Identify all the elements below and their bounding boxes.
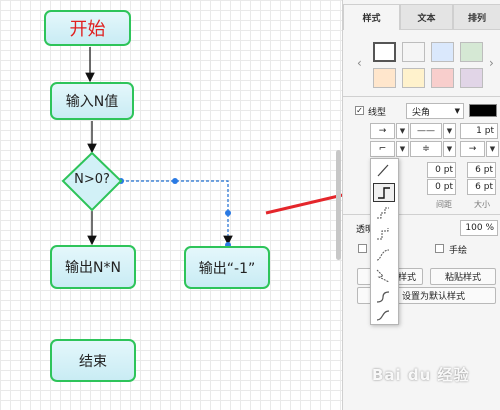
chevron-down-icon: ▼ <box>454 107 460 115</box>
line-style-value: 尖角 <box>412 107 431 118</box>
size-end-input[interactable]: 6 pt <box>467 179 496 195</box>
spacing-start-input[interactable]: 0 pt <box>427 162 456 178</box>
color-swatch[interactable] <box>431 42 454 62</box>
connection-icon: ≑ <box>422 144 430 154</box>
menu-item-freeform[interactable] <box>373 307 395 322</box>
divider <box>343 96 500 97</box>
chevron-down-icon[interactable]: ▼ <box>396 141 409 157</box>
line-color-picker[interactable] <box>469 104 497 117</box>
entity-connector-icon <box>376 269 390 283</box>
tab-arrange[interactable]: 排列 <box>453 4 500 30</box>
menu-item-curved[interactable] <box>373 246 395 265</box>
chevron-down-icon[interactable]: ▼ <box>443 123 456 139</box>
curved-connector-icon <box>376 249 390 261</box>
tab-style[interactable]: 样式 <box>343 4 400 30</box>
line-label: 线型 <box>368 108 387 118</box>
arrow-pattern-select[interactable]: → <box>370 123 395 139</box>
color-swatch[interactable] <box>460 68 483 88</box>
format-panel: 样式 文本 排列 ‹ › ✓ 线型 尖角 ▼ → ▼ —— ▼ 1 pt ⌐ ▼… <box>342 0 500 410</box>
menu-item-isometric[interactable] <box>373 225 395 244</box>
spacing-end-input[interactable]: 0 pt <box>427 179 456 195</box>
diagram-canvas[interactable]: 开始 输入N值 N>0? 输出N*N 输出“-1” 结束 <box>0 0 342 410</box>
divider <box>343 214 500 215</box>
color-swatch[interactable] <box>373 42 396 62</box>
simple-connector-icon <box>377 207 389 219</box>
color-swatch[interactable] <box>460 42 483 62</box>
size-label: 大小 <box>474 200 490 209</box>
line-style-select[interactable]: 尖角 ▼ <box>406 103 464 119</box>
opacity-input[interactable]: 100 % <box>460 220 498 236</box>
paste-style-button[interactable]: 粘贴样式 <box>430 268 496 285</box>
watermark-logo: Bai du 经验 <box>372 366 470 384</box>
arrow-end-icon: → <box>468 144 477 154</box>
menu-item-entity[interactable] <box>373 267 395 286</box>
canvas-scrollbar[interactable] <box>336 150 341 260</box>
sketch-checkbox[interactable] <box>435 244 444 253</box>
color-swatch[interactable] <box>373 68 396 88</box>
swatch-next-icon[interactable]: › <box>489 56 494 70</box>
menu-item-orthogonal[interactable] <box>373 183 395 202</box>
waypoint-select[interactable]: ⌐ <box>370 141 395 157</box>
isometric-connector-icon <box>377 228 389 240</box>
menu-item-simple[interactable] <box>373 204 395 223</box>
freeform-connector-icon <box>376 310 390 321</box>
menu-item-straight[interactable] <box>373 162 395 181</box>
connection-select[interactable]: ≑ <box>410 141 442 157</box>
color-swatch[interactable] <box>431 68 454 88</box>
color-swatch[interactable] <box>402 42 425 62</box>
chevron-down-icon[interactable]: ▼ <box>396 123 409 139</box>
dash-pattern-select[interactable]: —— <box>410 123 442 139</box>
orthogonal-connector-icon <box>378 187 390 199</box>
straight-connector-icon <box>377 164 389 177</box>
option-checkbox[interactable] <box>358 244 367 253</box>
annotation-red-arrow <box>265 193 342 215</box>
line-checkbox[interactable]: ✓ <box>355 106 364 115</box>
line-arrow-icon: → <box>378 126 387 136</box>
swatch-prev-icon[interactable]: ‹ <box>357 56 362 70</box>
waypoint-dropdown-menu <box>370 158 399 325</box>
tab-text[interactable]: 文本 <box>400 4 453 30</box>
sketch-label: 手绘 <box>449 246 468 256</box>
chevron-down-icon[interactable]: ▼ <box>486 141 499 157</box>
chevron-down-icon[interactable]: ▼ <box>443 141 456 157</box>
size-start-input[interactable]: 6 pt <box>467 162 496 178</box>
rounded-connector-icon <box>376 291 390 303</box>
line-end-select[interactable]: → <box>460 141 485 157</box>
solid-line-icon: —— <box>417 126 435 136</box>
color-swatch[interactable] <box>402 68 425 88</box>
spacing-label: 间距 <box>436 200 452 209</box>
orthogonal-waypoint-icon: ⌐ <box>378 144 387 154</box>
menu-item-rounded[interactable] <box>373 288 395 307</box>
line-width-input[interactable]: 1 pt <box>460 123 498 139</box>
